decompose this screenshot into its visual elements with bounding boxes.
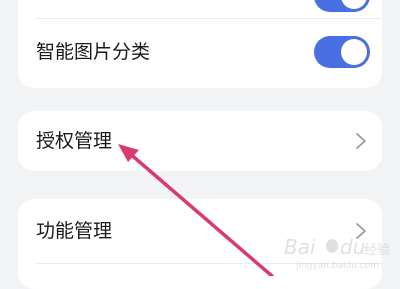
toggle-knob [341, 0, 367, 9]
chevron-right-icon [356, 133, 366, 149]
settings-card-toggles: 智能图片分类 [18, 0, 382, 88]
smart-photo-classification-toggle[interactable] [314, 36, 370, 68]
toggle-switch-hidden-row[interactable] [314, 0, 370, 12]
svg-text:Bai: Bai [284, 235, 316, 259]
svg-text:jingyan.baidu.com: jingyan.baidu.com [295, 261, 379, 271]
divider [36, 18, 382, 19]
svg-text:经验: 经验 [364, 242, 390, 258]
smart-photo-classification-label: 智能图片分类 [36, 41, 151, 63]
function-management-label: 功能管理 [36, 220, 113, 242]
baidu-jingyan-watermark: Bai du 经验 jingyan.baidu.com [284, 235, 390, 271]
authorization-management-label: 授权管理 [36, 130, 113, 152]
svg-text:du: du [340, 235, 365, 259]
authorization-management-row[interactable]: 授权管理 [18, 111, 382, 171]
toggle-knob [341, 39, 367, 65]
